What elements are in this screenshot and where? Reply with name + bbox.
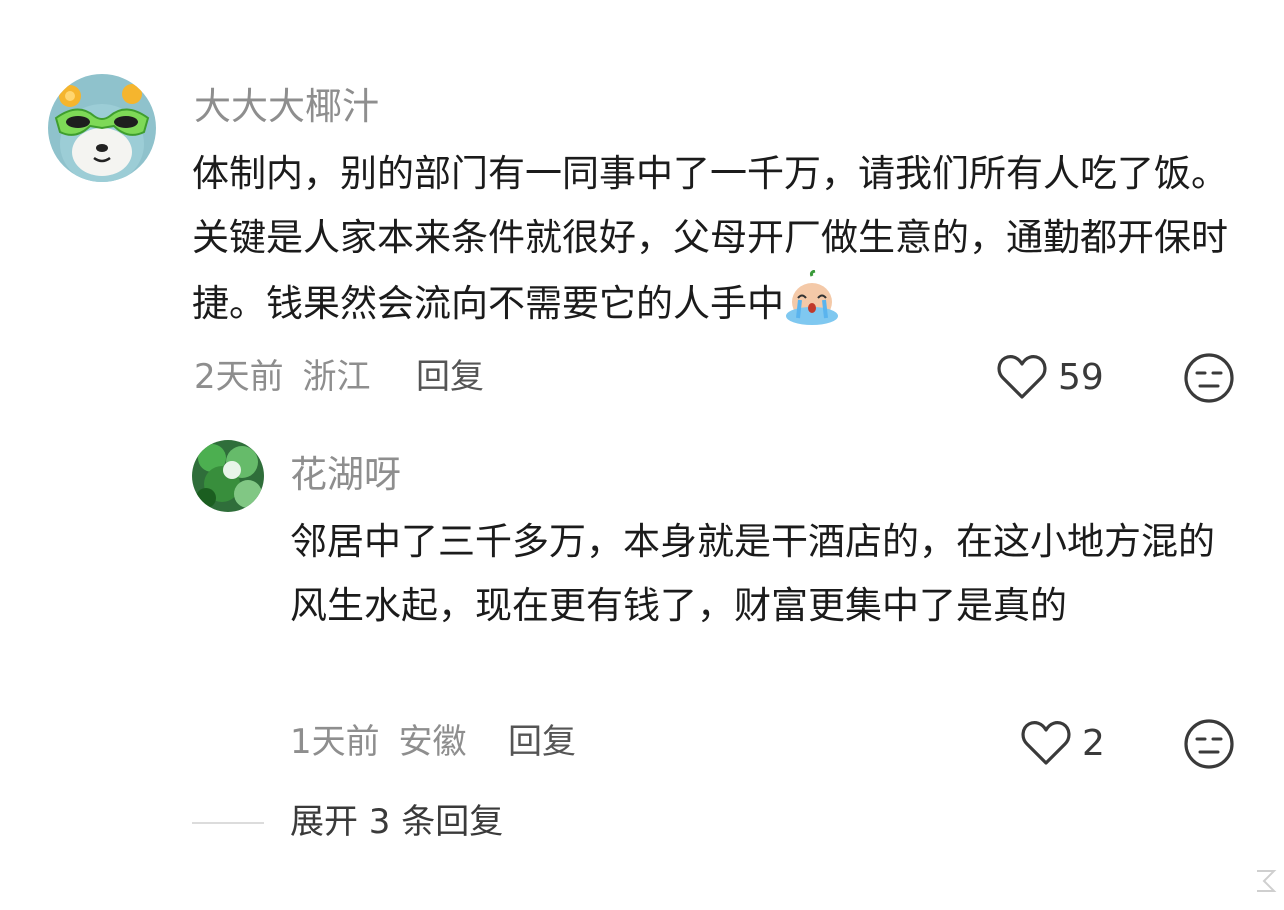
comment-text: 体制内，别的部门有一同事中了一千万，请我们所有人吃了饭。关键是人家本来条件就很好… [192, 152, 1228, 325]
corner-logo-icon [1254, 868, 1278, 894]
neutral-face-icon[interactable] [1183, 352, 1235, 404]
user-avatar[interactable] [192, 440, 264, 512]
comment-location: 安徽 [398, 722, 467, 762]
crying-emoji-icon [784, 269, 840, 326]
expand-divider [192, 822, 264, 824]
comment-thread: 大大大椰汁 体制内，别的部门有一同事中了一千万，请我们所有人吃了饭。关键是人家本… [0, 0, 1284, 910]
reply-button[interactable]: 回复 [508, 725, 576, 759]
comment-time: 2天前 [194, 357, 284, 397]
comment-location: 浙江 [302, 357, 371, 397]
expand-replies-button[interactable]: 展开 3 条回复 [290, 805, 503, 839]
reply-button[interactable]: 回复 [416, 360, 484, 394]
comment-content: 邻居中了三千多万，本身就是干酒店的，在这小地方混的风生水起，现在更有钱了，财富更… [290, 520, 1215, 627]
comment-content: 体制内，别的部门有一同事中了一千万，请我们所有人吃了饭。关键是人家本来条件就很好… [192, 142, 1252, 336]
heart-outline-icon[interactable] [1020, 718, 1072, 768]
comment-time: 1天前 [290, 722, 380, 762]
heart-outline-icon[interactable] [996, 352, 1048, 402]
plant-avatar-image [192, 440, 264, 512]
comment-meta: 2天前 浙江 [194, 360, 370, 394]
neutral-face-icon[interactable] [1183, 718, 1235, 770]
dog-avatar-image [48, 74, 156, 182]
like-count: 2 [1082, 723, 1105, 764]
comment-meta: 1天前 安徽 [290, 725, 466, 759]
like-count: 59 [1058, 357, 1104, 398]
user-avatar[interactable] [48, 74, 156, 182]
comment-username[interactable]: 花湖呀 [290, 456, 401, 493]
comment-username[interactable]: 大大大椰汁 [194, 88, 379, 125]
